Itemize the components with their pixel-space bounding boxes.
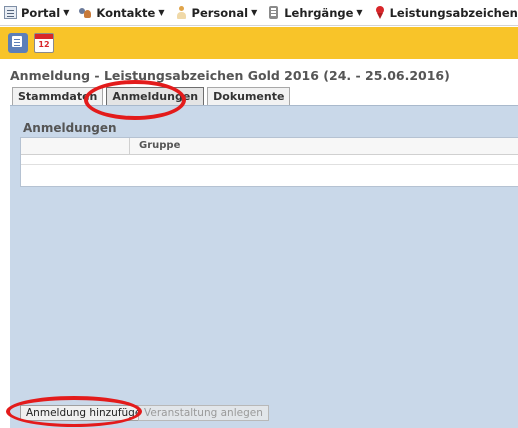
menu-lehrgaenge-label: Lehrgänge — [284, 5, 354, 20]
menu-portal[interactable]: Portal ▼ — [4, 6, 69, 20]
calendar-day: 12 — [38, 40, 50, 49]
add-registration-button[interactable]: Anmeldung hinzufügen — [20, 405, 154, 421]
registrations-panel: Anmeldungen Gruppe — [10, 105, 518, 428]
page-title: Anmeldung - Leistungsabzeichen Gold 2016… — [10, 68, 450, 83]
tab-dokumente[interactable]: Dokumente — [207, 87, 291, 105]
menu-portal-label: Portal — [21, 5, 61, 20]
chevron-down-icon: ▼ — [356, 8, 363, 17]
tab-bar: Stammdaten Anmeldungen Dokumente — [12, 87, 293, 105]
column-header-gruppe[interactable]: Gruppe — [130, 138, 180, 154]
menu-leistungsabzeichen[interactable]: Leistungsabzeichen ▼ — [373, 6, 518, 20]
menu-kontakte-label: Kontakte — [96, 5, 156, 20]
menu-kontakte[interactable]: Kontakte ▼ — [79, 5, 165, 20]
section-title: Anmeldungen — [23, 121, 117, 135]
chevron-down-icon: ▼ — [63, 8, 70, 17]
menu-lehrgaenge[interactable]: Lehrgänge ▼ — [267, 5, 363, 20]
table-header: Gruppe — [21, 138, 518, 155]
table-row — [21, 155, 518, 165]
toolbar: 12 — [0, 27, 518, 59]
portal-icon — [4, 6, 17, 19]
chevron-down-icon: ▼ — [251, 8, 258, 17]
chevron-down-icon: ▼ — [158, 8, 165, 17]
menu-leistungsabzeichen-label: Leistungsabzeichen — [389, 5, 518, 20]
create-event-button[interactable]: Veranstaltung anlegen — [138, 405, 269, 421]
course-book-icon — [267, 6, 280, 19]
tab-stammdaten[interactable]: Stammdaten — [12, 87, 104, 105]
column-header-blank[interactable] — [21, 138, 130, 154]
menu-personal[interactable]: Personal ▼ — [175, 5, 258, 20]
invoice-icon[interactable] — [8, 33, 28, 53]
registrations-table: Gruppe — [20, 137, 518, 187]
calendar-icon[interactable]: 12 — [34, 33, 54, 53]
award-ribbon-icon — [373, 6, 386, 19]
main-menu-bar: Portal ▼ Kontakte ▼ Personal ▼ Lehrgänge… — [0, 0, 518, 26]
tab-anmeldungen[interactable]: Anmeldungen — [106, 87, 205, 105]
person-icon — [175, 6, 188, 19]
menu-personal-label: Personal — [191, 5, 249, 20]
contacts-icon — [79, 6, 92, 19]
